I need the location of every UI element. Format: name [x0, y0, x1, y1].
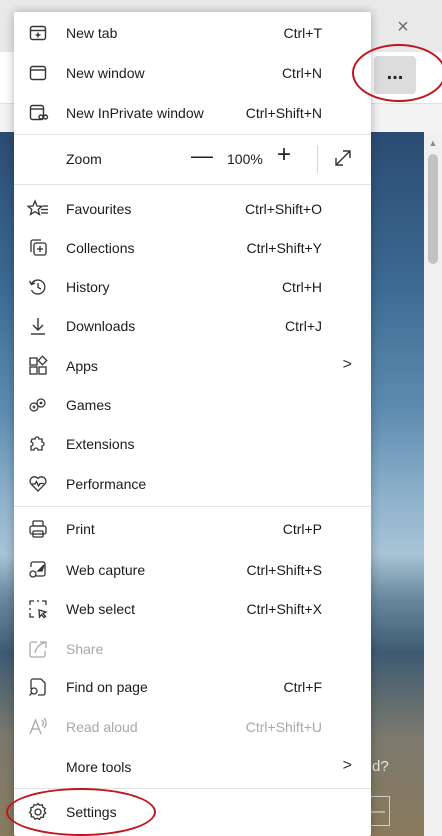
menu-item-shortcut: Ctrl+F — [283, 679, 323, 695]
page-text-fragment: d? — [372, 758, 389, 775]
performance-icon — [27, 473, 49, 495]
menu-item-label: Collections — [66, 240, 135, 256]
settings-and-more-menu: New tab Ctrl+T New window Ctrl+N New InP… — [14, 12, 371, 836]
menu-item-shortcut: Ctrl+Shift+Y — [246, 240, 322, 256]
menu-item-label: Extensions — [66, 436, 135, 452]
menu-item-label: Web select — [66, 601, 135, 617]
favourites-icon — [27, 198, 49, 220]
page-scrollbar[interactable]: ▲ — [424, 132, 442, 836]
scroll-up-arrow-icon[interactable]: ▲ — [424, 138, 442, 148]
zoom-in-button[interactable]: + — [277, 143, 291, 167]
inprivate-window-icon — [27, 102, 49, 124]
apps-icon — [27, 355, 49, 377]
menu-item-share: Share — [14, 630, 371, 668]
menu-item-label: Performance — [66, 476, 147, 492]
menu-item-new-window[interactable]: New window Ctrl+N — [14, 54, 371, 92]
menu-item-performance[interactable]: Performance — [14, 465, 371, 503]
menu-item-shortcut: Ctrl+T — [283, 25, 323, 41]
menu-item-new-inprivate-window[interactable]: New InPrivate window Ctrl+Shift+N — [14, 94, 371, 132]
menu-item-label: Print — [66, 521, 95, 537]
print-icon — [27, 518, 49, 540]
find-on-page-icon — [27, 676, 49, 698]
menu-item-favourites[interactable]: Favourites Ctrl+Shift+O — [14, 190, 371, 228]
menu-item-shortcut: Ctrl+P — [282, 521, 322, 537]
history-icon — [27, 276, 49, 298]
menu-divider — [14, 506, 371, 507]
menu-item-label: New window — [66, 65, 145, 81]
menu-item-label: History — [66, 279, 110, 295]
zoom-label: Zoom — [66, 151, 102, 167]
menu-item-shortcut: Ctrl+N — [281, 65, 322, 81]
menu-item-web-capture[interactable]: Web capture Ctrl+Shift+S — [14, 551, 371, 589]
close-tab-icon[interactable]: × — [392, 16, 414, 38]
menu-item-find-on-page[interactable]: Find on page Ctrl+F — [14, 668, 371, 706]
menu-item-label: Favourites — [66, 201, 132, 217]
menu-item-shortcut: Ctrl+Shift+O — [244, 201, 322, 217]
menu-item-print[interactable]: Print Ctrl+P — [14, 510, 371, 548]
menu-item-shortcut: Ctrl+Shift+S — [246, 562, 322, 578]
annotation-circle-settings — [6, 788, 156, 836]
menu-item-more-tools[interactable]: More tools > — [14, 748, 371, 786]
menu-item-apps[interactable]: Apps > — [14, 347, 371, 385]
zoom-out-button[interactable]: — — [191, 144, 213, 168]
menu-item-label: Web capture — [66, 562, 146, 578]
submenu-chevron-icon: > — [342, 757, 352, 774]
menu-item-zoom: Zoom — 100% + — [14, 140, 371, 178]
menu-item-label: New InPrivate window — [66, 105, 204, 121]
menu-item-extensions[interactable]: Extensions — [14, 425, 371, 463]
zoom-level: 100% — [227, 151, 263, 167]
menu-item-label: Read aloud — [66, 719, 138, 735]
menu-item-shortcut: Ctrl+J — [285, 318, 322, 334]
menu-item-shortcut: Ctrl+Shift+N — [245, 105, 322, 121]
menu-item-label: Downloads — [66, 318, 136, 334]
menu-item-label: More tools — [66, 759, 132, 775]
menu-item-label: Find on page — [66, 679, 148, 695]
full-screen-icon[interactable] — [332, 147, 354, 169]
zoom-separator — [317, 145, 318, 173]
menu-item-collections[interactable]: Collections Ctrl+Shift+Y — [14, 229, 371, 267]
scroll-thumb[interactable] — [428, 154, 438, 264]
menu-item-read-aloud: Read aloud Ctrl+Shift+U — [14, 708, 371, 746]
extensions-icon — [27, 433, 49, 455]
menu-item-shortcut: Ctrl+Shift+X — [246, 601, 322, 617]
new-window-icon — [27, 62, 49, 84]
annotation-circle-more-button — [352, 44, 442, 102]
menu-item-label: New tab — [66, 25, 118, 41]
menu-item-shortcut: Ctrl+Shift+U — [245, 719, 322, 735]
read-aloud-icon — [27, 716, 49, 738]
menu-item-shortcut: Ctrl+H — [281, 279, 322, 295]
submenu-chevron-icon: > — [342, 356, 352, 373]
menu-item-web-select[interactable]: Web select Ctrl+Shift+X — [14, 590, 371, 628]
web-capture-icon — [27, 559, 49, 581]
collections-icon — [27, 237, 49, 259]
menu-divider — [14, 134, 371, 135]
menu-item-history[interactable]: History Ctrl+H — [14, 268, 371, 306]
menu-item-label: Apps — [66, 358, 98, 374]
share-icon — [27, 638, 49, 660]
web-select-icon — [27, 598, 49, 620]
downloads-icon — [27, 315, 49, 337]
menu-item-downloads[interactable]: Downloads Ctrl+J — [14, 307, 371, 345]
games-icon — [27, 394, 49, 416]
menu-divider — [14, 184, 371, 185]
menu-item-games[interactable]: Games — [14, 386, 371, 424]
menu-item-label: Share — [66, 641, 104, 657]
new-tab-icon — [27, 22, 49, 44]
menu-item-new-tab[interactable]: New tab Ctrl+T — [14, 14, 371, 52]
menu-item-label: Games — [66, 397, 112, 413]
